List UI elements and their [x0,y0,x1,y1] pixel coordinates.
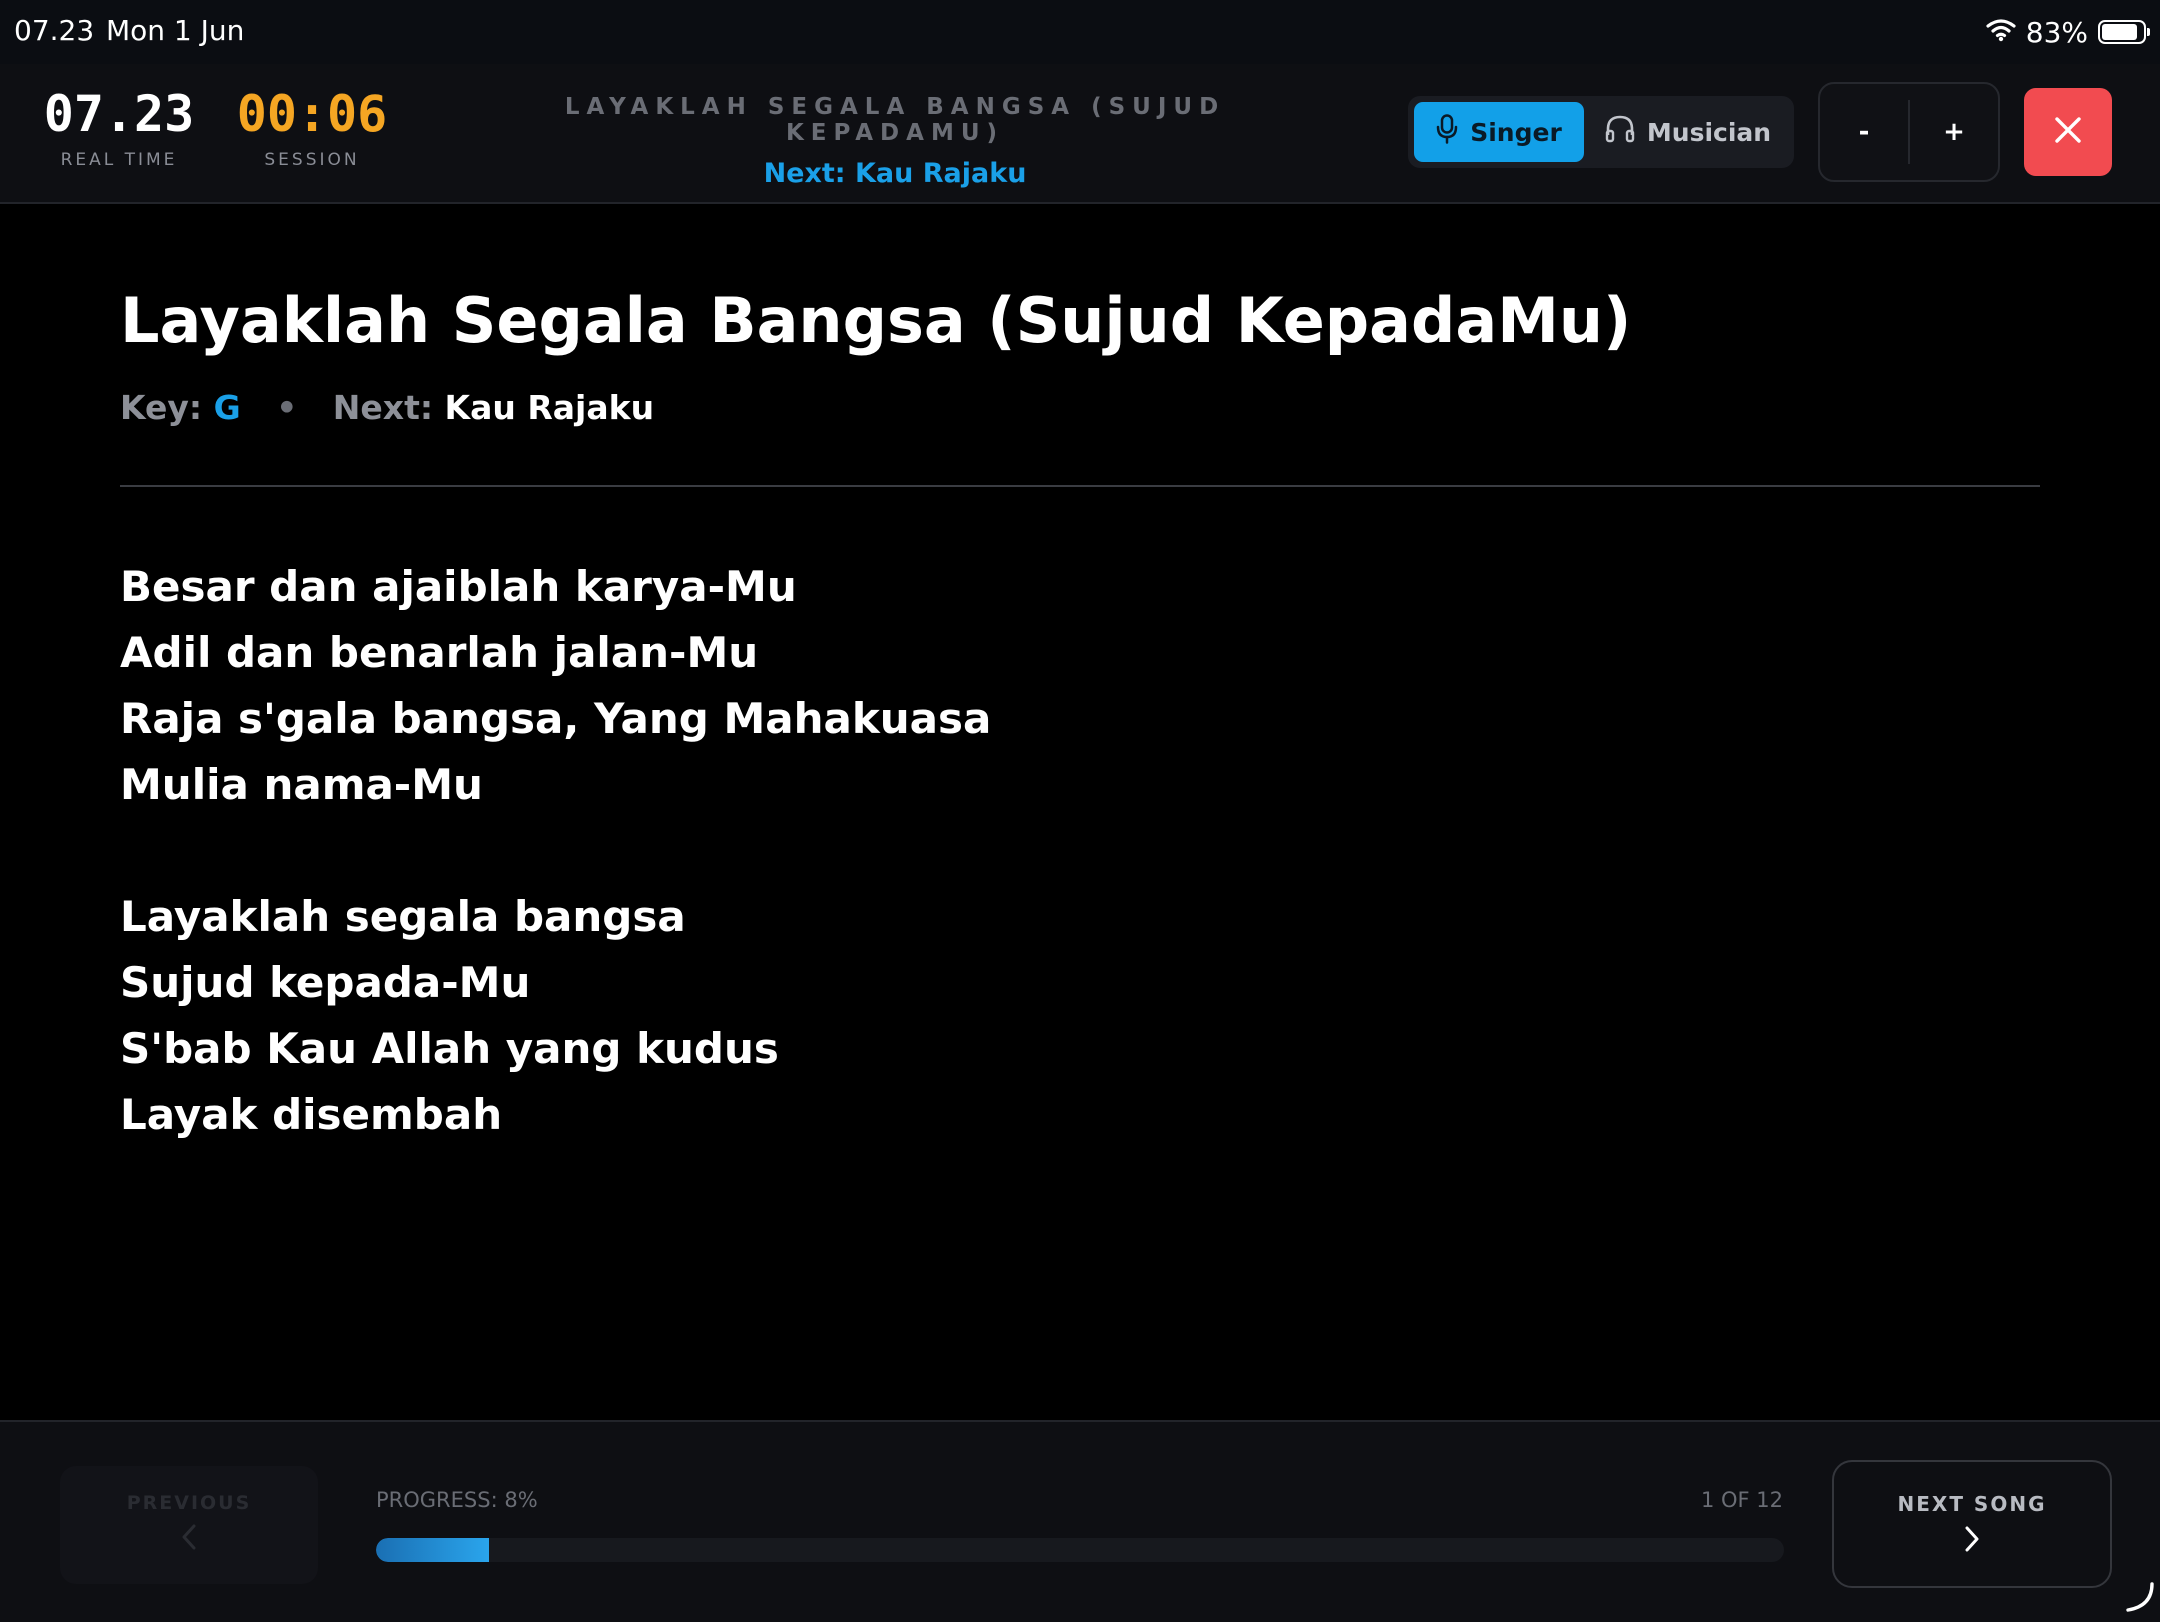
progress-fill [376,1538,489,1562]
next-song-button[interactable]: NEXT SONG [1832,1460,2112,1588]
lyric-line: Raja s'gala bangsa, Yang Mahakuasa [120,694,992,743]
presenter-header: 07.23 REAL TIME 00:06 SESSION LAYAKLAH S… [0,64,2160,204]
mode-toggle: Singer Musician [1408,96,1794,168]
next-song-name: Kau Rajaku [444,388,655,427]
lyric-line: Sujud kepada-Mu [120,958,531,1007]
session-timer: 00:06 SESSION [232,84,392,170]
lyric-line: Adil dan benarlah jalan-Mu [120,628,759,677]
header-song-title: LAYAKLAH SEGALA BANGSA (SUJUD KEPADAMU) [564,94,1226,146]
key-value: G [213,388,241,427]
lyrics: Besar dan ajaiblah karya-Mu Adil dan ben… [120,554,991,1148]
singer-mode-button[interactable]: Singer [1414,102,1584,162]
lyric-line: Besar dan ajaiblah karya-Mu [120,562,797,611]
musician-label: Musician [1646,117,1772,147]
lyric-line: Layaklah segala bangsa [120,892,686,941]
decrease-font-button[interactable]: - [1820,84,1908,180]
real-time-label: REAL TIME [60,150,178,170]
status-time: 07.23 [14,14,95,47]
status-date: Mon 1 Jun [106,14,245,47]
close-button[interactable] [2024,88,2112,176]
stanza-gap [120,818,991,884]
next-song-label: NEXT SONG [1897,1492,2047,1516]
key-label: Key: [120,388,203,427]
lyric-line: Mulia nama-Mu [120,760,483,809]
current-song-header: LAYAKLAH SEGALA BANGSA (SUJUD KEPADAMU) … [470,94,1320,189]
title-divider [120,485,2040,487]
battery-icon [2098,20,2150,44]
microphone-icon [1436,114,1458,150]
lyric-line: Layak disembah [120,1090,503,1139]
wifi-icon [1986,18,2016,46]
song-meta: Key: G • Next: Kau Rajaku [120,388,654,427]
session-value: 00:06 [236,85,388,143]
progress-bar [376,1538,1784,1562]
lyric-line: S'bab Kau Allah yang kudus [120,1024,779,1073]
progress-label: PROGRESS: 8% [376,1488,538,1512]
status-bar: 07.23 Mon 1 Jun 83% [0,0,2160,64]
real-time-clock: 07.23 REAL TIME [42,84,196,170]
musician-mode-button[interactable]: Musician [1590,102,1786,162]
chevron-right-icon [1834,1526,2110,1556]
navigation-footer: PREVIOUS PROGRESS: 8% 1 OF 12 NEXT SONG [0,1420,2160,1622]
increase-font-button[interactable]: + [1910,84,1998,180]
close-icon [2053,115,2083,149]
headphones-icon [1605,115,1635,149]
header-next-song: Next: Kau Rajaku [763,158,1027,189]
meta-separator: • [276,388,298,427]
real-time-value: 07.23 [43,85,195,143]
resize-handle-icon [2122,1580,2156,1618]
chevron-left-icon [60,1524,318,1554]
previous-song-button[interactable]: PREVIOUS [60,1466,318,1584]
next-label: Next: [332,388,434,427]
battery-percent: 83% [2025,15,2088,49]
song-title: Layaklah Segala Bangsa (Sujud KepadaMu) [120,284,1632,357]
previous-label: PREVIOUS [126,1492,252,1514]
session-label: SESSION [264,150,360,170]
font-size-controls: - + [1818,82,2000,182]
status-right: 83% [1986,12,2150,52]
singer-label: Singer [1470,117,1562,147]
song-count: 1 OF 12 [1700,1488,1783,1512]
